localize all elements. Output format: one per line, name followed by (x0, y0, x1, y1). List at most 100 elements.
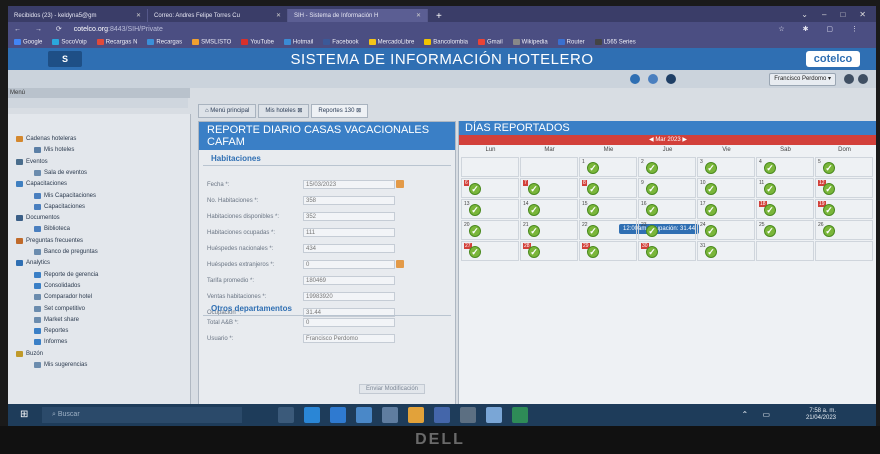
url-field[interactable]: cotelco.org:8443/SIH/Private (74, 26, 163, 33)
calendar-day[interactable]: 18 ✓ (756, 199, 814, 219)
sidebar-item[interactable]: Reportes (34, 328, 68, 335)
calendar-day[interactable]: 25 ✓ (756, 220, 814, 240)
calendar-day[interactable]: 15 ✓ (579, 199, 637, 219)
bookmark-item[interactable]: Hotmail (283, 38, 313, 45)
calculator-icon[interactable] (396, 260, 404, 268)
close-icon[interactable]: ✕ (136, 12, 141, 19)
calendar-day[interactable]: 31 ✓ (697, 241, 755, 261)
calendar-day[interactable]: 7 ✓ (520, 178, 578, 198)
calendar-day[interactable]: 11 ✓ (756, 178, 814, 198)
sidebar-item[interactable]: Cadenas hoteleras (16, 136, 76, 142)
user-menu-button[interactable]: Francisco Perdomo ▾ (769, 73, 836, 86)
sidebar-item[interactable]: Mis Capacitaciones (34, 192, 96, 199)
calendar-day[interactable]: 23 ✓ (638, 220, 696, 240)
tab-menu-principal[interactable]: ⌂ Menú principal (198, 104, 257, 118)
field-input[interactable]: 0 (303, 260, 395, 269)
calendar-day[interactable]: 2 ✓ (638, 157, 696, 177)
calendar-day[interactable]: 20 ✓ (461, 220, 519, 240)
calendar-day[interactable]: 28 ✓ (520, 241, 578, 261)
calendar-day[interactable]: 22 ✓ (579, 220, 637, 240)
sidebar-item[interactable]: Eventos (16, 158, 48, 165)
sidebar-item[interactable]: Buzón (16, 350, 43, 357)
calendar-day[interactable]: 8 ✓ (579, 178, 637, 198)
calendar-day[interactable]: 10 ✓ (697, 178, 755, 198)
sidebar-item[interactable]: Informes (34, 339, 67, 346)
sidebar-item[interactable]: Preguntas frecuentes (16, 237, 83, 244)
calendar-day[interactable]: 29 ✓ (579, 241, 637, 261)
prev-month-icon[interactable]: ◀ (649, 137, 654, 143)
calendar-icon[interactable] (396, 180, 404, 188)
tab-mis-hoteles[interactable]: Mis hoteles ⊠ (258, 104, 310, 118)
calendar-day[interactable]: 12 ✓ (815, 178, 873, 198)
minimize-icon[interactable]: – (822, 10, 826, 19)
bookmark-item[interactable]: Recargas N (96, 38, 137, 45)
field-input[interactable]: 111 (303, 228, 395, 237)
field-input[interactable]: 434 (303, 244, 395, 253)
clock[interactable]: 7:58 a. m. 21/04/2023 (806, 408, 836, 422)
calendar-day[interactable]: 5 ✓ (815, 157, 873, 177)
calendar-day[interactable]: 17 ✓ (697, 199, 755, 219)
active-app-icon[interactable] (486, 407, 502, 423)
sidebar-item[interactable]: Documentos (16, 215, 60, 222)
bookmark-item[interactable]: SocoVoip (52, 38, 87, 45)
calendar-day[interactable]: 24 ✓ (697, 220, 755, 240)
calendar-day[interactable]: 9 ✓ (638, 178, 696, 198)
excel-icon[interactable] (512, 407, 528, 423)
bookmark-item[interactable]: Router (557, 38, 585, 45)
bookmark-item[interactable]: L565 Series (594, 38, 636, 45)
submit-button[interactable]: Enviar Modificación (359, 384, 426, 394)
bookmark-item[interactable]: Recargas (147, 38, 182, 45)
taskbar-search[interactable]: ⌕ Buscar (42, 407, 242, 423)
sidebar-item[interactable]: Analytics (16, 260, 50, 267)
sidebar-item[interactable]: Capacitaciones (16, 181, 67, 188)
link-icon[interactable] (648, 74, 658, 84)
bookmark-item[interactable]: SMSLISTO (192, 38, 231, 45)
tab-reportes[interactable]: Reportes 130 ⊠ (311, 104, 369, 118)
browser-tab[interactable]: Recibidos (23) - keldyna5@gm ✕ (8, 9, 148, 22)
tab-search-icon[interactable]: ⌄ (801, 10, 808, 19)
chrome-icon[interactable] (408, 407, 424, 423)
browser-tab[interactable]: Correo: Andres Felipe Torres Cu ✕ (148, 9, 288, 22)
sidebar-item[interactable]: Set competitivo (34, 305, 85, 312)
store-icon[interactable] (330, 407, 346, 423)
sidebar-item[interactable]: Consolidados (34, 282, 80, 289)
next-month-icon[interactable]: ▶ (682, 137, 687, 143)
field-input[interactable]: 19983920 (303, 292, 395, 301)
help-icon[interactable] (844, 74, 854, 84)
sidebar-item[interactable]: Sala de eventos (34, 169, 87, 176)
new-tab-button[interactable]: + (428, 11, 450, 22)
calendar-day[interactable]: 30 ✓ (638, 241, 696, 261)
close-icon[interactable]: ✕ (416, 12, 421, 19)
sidebar-item[interactable]: Market share (34, 316, 79, 323)
calendar-day[interactable]: 16 ✓ (638, 199, 696, 219)
calendar-day[interactable]: 3 ✓ (697, 157, 755, 177)
close-window-icon[interactable]: ✕ (859, 10, 866, 19)
bookmark-item[interactable]: Bancolombia (424, 38, 468, 45)
mail-icon[interactable] (356, 407, 372, 423)
close-icon[interactable]: ✕ (276, 12, 281, 19)
bookmark-item[interactable]: Facebook (323, 38, 359, 45)
calendar-day[interactable]: 1 ✓ (579, 157, 637, 177)
bookmark-item[interactable]: MercadoLibre (368, 38, 414, 45)
globe-icon[interactable] (630, 74, 640, 84)
field-input[interactable]: Francisco Perdomo (303, 334, 395, 343)
bookmark-item[interactable]: Google (14, 38, 42, 45)
field-input[interactable]: 15/03/2023 (303, 180, 395, 189)
settings-icon[interactable] (858, 74, 868, 84)
tray-icons[interactable]: ⌃ ▭ (742, 410, 776, 419)
calendar-day[interactable]: 14 ✓ (520, 199, 578, 219)
sidebar-item[interactable]: Comparador hotel (34, 294, 92, 301)
calculator-app-icon[interactable] (460, 407, 476, 423)
calendar-day[interactable]: 4 ✓ (756, 157, 814, 177)
sidebar-item[interactable]: Reporte de gerencia (34, 271, 98, 278)
sidebar-item[interactable]: Biblioteca (34, 226, 70, 233)
calendar-day[interactable]: 6 ✓ (461, 178, 519, 198)
field-input[interactable]: 180469 (303, 276, 395, 285)
info-icon[interactable] (666, 74, 676, 84)
sidebar-item[interactable]: Mis hoteles (34, 147, 74, 154)
field-input[interactable]: 0 (303, 318, 395, 327)
calendar-day[interactable]: 19 ✓ (815, 199, 873, 219)
sidebar-item[interactable]: Capacitaciones (34, 203, 85, 210)
nav-buttons[interactable]: ← → ⟳ (8, 25, 74, 33)
files-icon[interactable] (382, 407, 398, 423)
